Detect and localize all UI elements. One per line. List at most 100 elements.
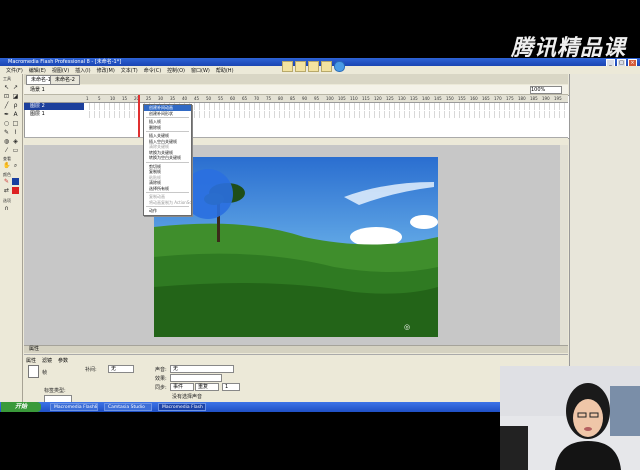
- frame-number: 35: [170, 96, 176, 101]
- frame-number: 135: [410, 96, 418, 101]
- frame-number: 195: [554, 96, 562, 101]
- frame-number: 80: [278, 96, 284, 101]
- swap-colors-icon[interactable]: ⇄: [3, 187, 10, 194]
- frame-number: 110: [350, 96, 358, 101]
- arrow-tool-icon[interactable]: ↖: [3, 84, 10, 91]
- frame-number: 55: [218, 96, 224, 101]
- fill-transform-icon[interactable]: ◪: [12, 93, 19, 100]
- scene-bar: [24, 85, 568, 95]
- eyedropper-icon[interactable]: ⁄: [3, 147, 10, 154]
- record-icon[interactable]: [334, 61, 345, 72]
- frame-number: 160: [470, 96, 478, 101]
- frame-number: 170: [494, 96, 502, 101]
- pen-tool-icon[interactable]: ✒: [3, 111, 10, 118]
- pen-icon[interactable]: [295, 61, 306, 72]
- subselect-tool-icon[interactable]: ↗: [12, 84, 19, 91]
- webcam-overlay: [500, 366, 640, 470]
- menu-modify[interactable]: 修改(M): [97, 67, 115, 74]
- paint-bucket-icon[interactable]: ◈: [12, 138, 19, 145]
- lasso-tool-icon[interactable]: ρ: [12, 102, 19, 109]
- taskbar-item-camtasia[interactable]: Camtasia Studio: [104, 403, 152, 411]
- label-type-label: 标签类型:: [44, 388, 66, 394]
- frame-number: 150: [446, 96, 454, 101]
- menu-edit[interactable]: 编辑(E): [29, 67, 46, 74]
- menu-insert[interactable]: 插入(I): [75, 67, 90, 74]
- stage-scrollbar[interactable]: [560, 145, 568, 345]
- line-tool-icon[interactable]: ╱: [3, 102, 10, 109]
- menu-item-actions[interactable]: 动作: [144, 208, 191, 214]
- menu-text[interactable]: 文本(T): [121, 67, 138, 74]
- menu-separator: [146, 192, 189, 193]
- properties-header[interactable]: 属性: [24, 346, 568, 353]
- document-tab[interactable]: 未命名-2: [50, 75, 80, 85]
- pencil-tool-icon[interactable]: ✎: [3, 129, 10, 136]
- menu-help[interactable]: 帮助(H): [216, 67, 234, 74]
- menu-item-copy-motion-as3[interactable]: 将动画复制为 ActionScript 3.0: [144, 200, 191, 206]
- frame-number: 145: [434, 96, 442, 101]
- scene-label[interactable]: 场景 1: [30, 86, 45, 93]
- taskbar-item-flash8[interactable]: Macromedia Flash8: [50, 403, 98, 411]
- no-sound-text: 没有选择声音: [172, 394, 203, 400]
- frame-number: 10: [110, 96, 116, 101]
- tab-filters[interactable]: 滤镜: [42, 357, 52, 364]
- presenter-image: [500, 366, 640, 470]
- brush-tool-icon[interactable]: ⌇: [12, 129, 19, 136]
- properties-panel: [24, 354, 568, 402]
- menu-control[interactable]: 控制(O): [167, 67, 185, 74]
- tween-select[interactable]: 无: [108, 365, 134, 373]
- hand-tool-icon[interactable]: ✋: [3, 162, 10, 169]
- right-panel-dock: [569, 74, 640, 404]
- zoom-tool-icon[interactable]: ⌕: [12, 162, 19, 169]
- sound-select[interactable]: 无: [170, 365, 234, 373]
- zoom-select[interactable]: 100%: [530, 86, 562, 94]
- frame-number: 185: [530, 96, 538, 101]
- menu-commands[interactable]: 命令(C): [144, 67, 161, 74]
- tab-parameters[interactable]: 参数: [58, 357, 68, 364]
- menu-separator: [146, 206, 189, 207]
- menu-item-create-shape-tween[interactable]: 创建补间形状: [144, 111, 191, 117]
- free-transform-icon[interactable]: ⊡: [3, 93, 10, 100]
- svg-text:◎: ◎: [404, 323, 410, 331]
- start-button[interactable]: 开始: [1, 402, 41, 412]
- menu-item-convert-blank-keyframes[interactable]: 转换为空白关键帧: [144, 155, 191, 161]
- sync-select[interactable]: 事件: [170, 383, 194, 391]
- frame-label: 帧: [42, 370, 48, 376]
- document-tab-bar: [24, 74, 568, 84]
- snap-icon[interactable]: ∩: [3, 205, 10, 212]
- layer-row-1[interactable]: 图层 1: [24, 111, 84, 118]
- properties-tabs: 属性 滤镜 参数: [26, 357, 68, 364]
- frame-number: 105: [338, 96, 346, 101]
- menu-window[interactable]: 窗口(W): [191, 67, 210, 74]
- repeat-select[interactable]: 重复: [195, 383, 219, 391]
- sound-label: 声音:: [155, 367, 167, 373]
- frame-number: 120: [374, 96, 382, 101]
- layer-row-2[interactable]: 图层 2: [24, 103, 84, 110]
- folder-icon[interactable]: [282, 61, 293, 72]
- rectangle-tool-icon[interactable]: □: [12, 120, 19, 127]
- effect-select[interactable]: [170, 374, 222, 382]
- taskbar-item-flash[interactable]: Macromedia Flash: [158, 403, 206, 411]
- repeat-count-input[interactable]: 1: [222, 383, 240, 391]
- text-tool-icon[interactable]: A: [12, 111, 19, 118]
- toolbox-tools-label: 工具: [3, 76, 11, 81]
- zoom-icon[interactable]: [321, 61, 332, 72]
- frame-number: 60: [230, 96, 236, 101]
- eraser-icon[interactable]: ▭: [12, 147, 19, 154]
- ink-bottle-icon[interactable]: ◍: [3, 138, 10, 145]
- fill-color-swatch[interactable]: [12, 178, 19, 185]
- frame-number: 115: [362, 96, 370, 101]
- tab-properties[interactable]: 属性: [26, 357, 36, 364]
- frame-number: 155: [458, 96, 466, 101]
- highlight-icon[interactable]: [308, 61, 319, 72]
- menu-item-select-all-frames[interactable]: 选择所有帧: [144, 186, 191, 192]
- frame-number: 125: [386, 96, 394, 101]
- menu-file[interactable]: 文件(F): [6, 67, 23, 74]
- frame-number: 15: [122, 96, 128, 101]
- playhead[interactable]: [138, 95, 140, 137]
- stroke-color-icon[interactable]: ✎: [3, 178, 10, 185]
- menu-view[interactable]: 视图(V): [52, 67, 69, 74]
- menu-item-remove-frames[interactable]: 删除帧: [144, 125, 191, 131]
- no-color-icon[interactable]: [12, 187, 19, 194]
- oval-tool-icon[interactable]: ○: [3, 120, 10, 127]
- timeline-context-menu: 创建补间动画 创建补间形状 插入帧 删除帧 插入关键帧 插入空白关键帧 清除关键…: [143, 104, 192, 216]
